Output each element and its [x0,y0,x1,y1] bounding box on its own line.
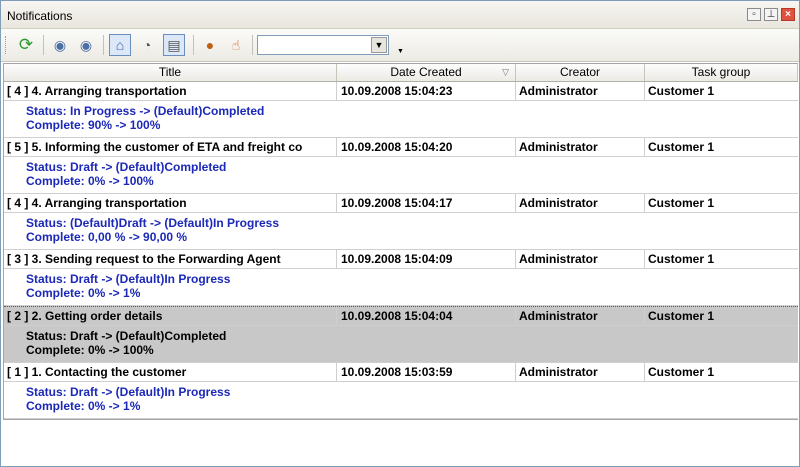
filter-icon[interactable]: ◔ [136,34,158,56]
title-bar: Notifications ▫ ⊥ × [1,1,799,29]
cell-date: 10.09.2008 15:04:09 [337,250,516,268]
column-header-date[interactable]: Date Created ▽ [337,64,516,81]
window-title: Notifications [7,9,73,23]
mark-all-read-icon[interactable]: ◉ [75,34,97,56]
table-row[interactable]: [ 4 ] 4. Arranging transportation 10.09.2… [4,194,798,213]
cell-title: [ 1 ] 1. Contacting the customer [4,363,337,381]
cell-title: [ 3 ] 3. Sending request to the Forwardi… [4,250,337,268]
notifications-window: Notifications ▫ ⊥ × ⟳ ◉ ◉ ⌂ ◔ ▤ ● ☝ ▼ ▼ … [0,0,800,467]
complete-change: Complete: 0% -> 1% [26,286,141,300]
sort-desc-icon: ▽ [502,67,509,77]
cell-title: [ 2 ] 2. Getting order details [4,307,337,325]
cell-creator: Administrator [516,82,645,100]
cell-creator: Administrator [516,250,645,268]
cell-creator: Administrator [516,363,645,381]
toolbar: ⟳ ◉ ◉ ⌂ ◔ ▤ ● ☝ [1,29,799,62]
notification-detail[interactable]: Status: Draft -> (Default)Completed Compl… [4,157,798,194]
cell-title: [ 5 ] 5. Informing the customer of ETA a… [4,138,337,156]
status-change: Status: Draft -> (Default)In Progress [26,272,231,286]
complete-change: Complete: 0% -> 100% [26,343,154,357]
cell-date: 10.09.2008 15:04:17 [337,194,516,212]
notification-detail[interactable]: Status: (Default)Draft -> (Default)In Pr… [4,213,798,250]
notification-group[interactable]: [ 5 ] 5. Informing the customer of ETA a… [4,138,798,194]
complete-change: Complete: 0% -> 1% [26,399,141,413]
cell-date: 10.09.2008 15:04:04 [337,307,516,325]
status-change: Status: Draft -> (Default)In Progress [26,385,231,399]
chevron-down-icon[interactable]: ▼ [371,37,387,53]
notification-group[interactable]: [ 3 ] 3. Sending request to the Forwardi… [4,250,798,306]
cell-group: Customer 1 [648,84,715,98]
column-header-group[interactable]: Task group [645,64,798,81]
pin-icon[interactable]: ⊥ [764,8,778,21]
column-header-creator[interactable]: Creator [516,64,645,81]
notification-group[interactable]: [ 4 ] 4. Arranging transportation 10.09.2… [4,82,798,138]
toolbar-grip [5,36,8,54]
cell-date: 10.09.2008 15:04:23 [337,82,516,100]
cell-date: 10.09.2008 15:04:20 [337,138,516,156]
show-read-icon[interactable]: ⌂ [109,34,131,56]
close-icon[interactable]: × [781,8,795,21]
toolbar-overflow-icon[interactable]: ▼ [397,48,404,55]
cell-creator: Administrator [516,138,645,156]
cell-group: Customer 1 [648,196,715,210]
notification-group[interactable]: [ 2 ] 2. Getting order details 10.09.2008… [4,306,798,363]
notifications-grid: Title Date Created ▽ Creator Task group [… [3,63,798,420]
properties-icon[interactable]: ▤ [163,34,185,56]
notification-group[interactable]: [ 4 ] 4. Arranging transportation 10.09.2… [4,194,798,250]
notification-detail[interactable]: Status: Draft -> (Default)In Progress Com… [4,269,798,306]
cell-group: Customer 1 [648,140,715,154]
column-header-title[interactable]: Title [4,64,337,81]
status-change: Status: Draft -> (Default)Completed [26,329,227,343]
cell-creator: Administrator [516,307,645,325]
refresh-icon[interactable]: ⟳ [15,34,37,56]
cell-date: 10.09.2008 15:03:59 [337,363,516,381]
cell-group: Customer 1 [648,365,715,379]
status-change: Status: Draft -> (Default)Completed [26,160,227,174]
cell-creator: Administrator [516,194,645,212]
complete-change: Complete: 0,00 % -> 90,00 % [26,230,188,244]
cell-title: [ 4 ] 4. Arranging transportation [4,82,337,100]
complete-change: Complete: 90% -> 100% [26,118,161,132]
column-header-date-label: Date Created [390,65,462,79]
notification-detail[interactable]: Status: Draft -> (Default)Completed Compl… [4,326,798,363]
notification-detail[interactable]: Status: In Progress -> (Default)Complete… [4,101,798,138]
status-change: Status: (Default)Draft -> (Default)In Pr… [26,216,280,230]
restore-icon[interactable]: ▫ [747,8,761,21]
table-row[interactable]: [ 3 ] 3. Sending request to the Forwardi… [4,250,798,269]
cell-group: Customer 1 [648,252,715,266]
filter-combo[interactable]: ▼ [257,35,389,55]
table-row[interactable]: [ 4 ] 4. Arranging transportation 10.09.2… [4,82,798,101]
complete-change: Complete: 0% -> 100% [26,174,154,188]
table-row[interactable]: [ 2 ] 2. Getting order details 10.09.2008… [4,306,798,326]
table-row[interactable]: [ 5 ] 5. Informing the customer of ETA a… [4,138,798,157]
notification-group[interactable]: [ 1 ] 1. Contacting the customer 10.09.20… [4,363,798,419]
cell-group: Customer 1 [648,309,715,323]
grid-header: Title Date Created ▽ Creator Task group [4,64,798,82]
mark-read-icon[interactable]: ◉ [49,34,71,56]
touch-icon[interactable]: ☝ [225,34,247,56]
clear-icon[interactable]: ● [199,34,221,56]
notification-detail[interactable]: Status: Draft -> (Default)In Progress Com… [4,382,798,419]
status-change: Status: In Progress -> (Default)Complete… [26,104,265,118]
table-row[interactable]: [ 1 ] 1. Contacting the customer 10.09.20… [4,363,798,382]
cell-title: [ 4 ] 4. Arranging transportation [4,194,337,212]
